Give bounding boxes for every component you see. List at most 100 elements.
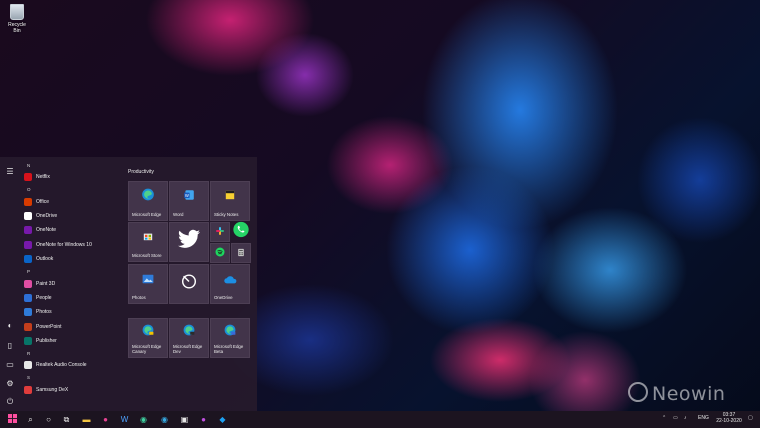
tile-edge-dev[interactable]: Microsoft Edge Dev: [169, 318, 209, 358]
tile-word[interactable]: W Word: [169, 181, 209, 221]
app-label: Samsung DeX: [36, 386, 69, 393]
app-list-item[interactable]: Outlook: [22, 252, 120, 266]
app-label: OneNote: [36, 227, 57, 234]
date: 22-10-2020: [716, 418, 742, 424]
cortana-taskbar-icon[interactable]: ○: [43, 414, 54, 425]
app-icon: [24, 293, 32, 302]
app-list-letter[interactable]: S: [22, 373, 120, 383]
app-list-item[interactable]: OneNote: [22, 223, 120, 237]
network-icon[interactable]: ▭: [673, 415, 678, 421]
edge-taskbar-icon[interactable]: ◉: [138, 414, 149, 425]
app-label: Paint 3D: [36, 280, 56, 287]
settings-icon[interactable]: ⚙: [5, 379, 15, 389]
edge-beta-icon: [224, 323, 236, 341]
app-pink-icon[interactable]: ●: [100, 414, 111, 425]
document-icon[interactable]: ▯: [5, 341, 15, 351]
cortana-icon: [180, 273, 198, 296]
tile-sticky-notes[interactable]: Sticky Notes: [210, 181, 250, 221]
app-icon: [24, 240, 32, 249]
app-list: N Netflix O Office OneDrive OneNote OneNote fo…: [22, 160, 120, 397]
task-view-icon[interactable]: ⧉: [61, 414, 72, 425]
svg-text:W: W: [185, 193, 189, 198]
app-label: OneDrive: [36, 212, 58, 219]
app-list-item[interactable]: Paint 3D: [22, 276, 120, 290]
edge-dev-taskbar-icon[interactable]: ◉: [159, 414, 170, 425]
app-list-item[interactable]: Realtek Audio Console: [22, 358, 120, 372]
twitter-taskbar-icon[interactable]: ◆: [217, 414, 228, 425]
app-list-item[interactable]: Office: [22, 194, 120, 208]
taskbar: ⌕ ○ ⧉ ▬ ● W ◉ ◉ ▣ ● ◆ ⌃ ▭ ♪ ENG 03:37 22…: [0, 411, 760, 428]
app-label: Office: [36, 198, 49, 205]
app-list-letter[interactable]: O: [22, 184, 120, 194]
user-icon[interactable]: ◐: [5, 321, 15, 331]
app-label: Netflix: [36, 174, 50, 181]
app-label: PowerPoint: [36, 323, 62, 330]
app-list-letter[interactable]: R: [22, 348, 120, 358]
app-icon: [24, 322, 32, 331]
store-taskbar-icon[interactable]: ▣: [179, 414, 190, 425]
app-list-item[interactable]: Publisher: [22, 334, 120, 348]
app-list-item[interactable]: People: [22, 291, 120, 305]
tile-onedrive[interactable]: OneDrive: [210, 264, 250, 304]
language-indicator[interactable]: ENG: [698, 415, 709, 421]
tile-edge[interactable]: Microsoft Edge: [128, 181, 168, 221]
app-list-item[interactable]: OneNote for Windows 10: [22, 238, 120, 252]
hamburger-icon[interactable]: ☰: [5, 167, 15, 177]
notification-icon[interactable]: ▢: [748, 415, 753, 421]
store-icon: [142, 229, 154, 247]
app-label: People: [36, 294, 52, 301]
app-list-item[interactable]: Netflix: [22, 170, 120, 184]
tile-store[interactable]: Microsoft Store: [128, 222, 168, 262]
app-icon: [24, 255, 32, 264]
volume-icon[interactable]: ♪: [684, 415, 687, 421]
group-title-productivity: Productivity: [128, 169, 154, 175]
onedrive-icon: [223, 271, 237, 289]
app-label: Photos: [36, 309, 52, 316]
chevron-up-icon[interactable]: ⌃: [662, 415, 666, 421]
tile-slack[interactable]: [210, 222, 230, 242]
watermark: Neowin: [628, 382, 725, 405]
app-label: Outlook: [36, 256, 54, 263]
word-taskbar-icon[interactable]: W: [119, 414, 130, 425]
tile-cortana[interactable]: [169, 264, 209, 304]
tile-edge-canary[interactable]: Microsoft Edge Canary: [128, 318, 168, 358]
edge-canary-icon: [142, 323, 154, 341]
tile-whatsapp[interactable]: [231, 221, 251, 242]
app-label: OneNote for Windows 10: [36, 241, 92, 248]
recycle-bin[interactable]: Recycle Bin: [4, 4, 30, 34]
tile-edge-beta[interactable]: Microsoft Edge Beta: [210, 318, 250, 358]
app-icon: [24, 226, 32, 235]
neowin-logo-icon: [628, 382, 648, 402]
pictures-icon[interactable]: ▭: [5, 360, 15, 370]
app-list-item[interactable]: Photos: [22, 305, 120, 319]
app-list-item[interactable]: OneDrive: [22, 209, 120, 223]
twitter-icon: [177, 229, 201, 255]
app-purple-icon[interactable]: ●: [198, 414, 209, 425]
clock[interactable]: 03:37 22-10-2020: [716, 412, 742, 424]
search-icon[interactable]: ⌕: [25, 414, 36, 425]
app-icon: [24, 385, 32, 394]
power-icon[interactable]: ⏻: [5, 397, 15, 407]
app-list-item[interactable]: Samsung DeX: [22, 383, 120, 397]
app-list-item[interactable]: PowerPoint: [22, 320, 120, 334]
slack-icon: [215, 223, 225, 241]
app-icon: [24, 308, 32, 317]
tile-twitter[interactable]: [169, 222, 209, 262]
tile-calculator[interactable]: [231, 243, 251, 263]
app-icon: [24, 279, 32, 288]
app-icon: [24, 173, 32, 182]
start-menu: ☰ ◐ ▯ ▭ ⚙ ⏻ N Netflix O Office OneDrive OneNo…: [0, 157, 257, 411]
sticky-notes-icon: [224, 188, 236, 206]
app-icon: [24, 361, 32, 370]
app-icon: [24, 337, 32, 346]
app-list-letter[interactable]: P: [22, 266, 120, 276]
tile-photos[interactable]: Photos: [128, 264, 168, 304]
edge-dev-icon: [183, 323, 195, 341]
app-list-letter[interactable]: N: [22, 160, 120, 170]
start-rail: ☰ ◐ ▯ ▭ ⚙ ⏻: [0, 157, 20, 411]
app-label: Realtek Audio Console: [36, 362, 87, 369]
file-explorer-icon[interactable]: ▬: [81, 414, 92, 425]
tile-spotify[interactable]: [210, 243, 230, 263]
start-button-icon[interactable]: [7, 414, 18, 425]
app-label: Publisher: [36, 338, 57, 345]
